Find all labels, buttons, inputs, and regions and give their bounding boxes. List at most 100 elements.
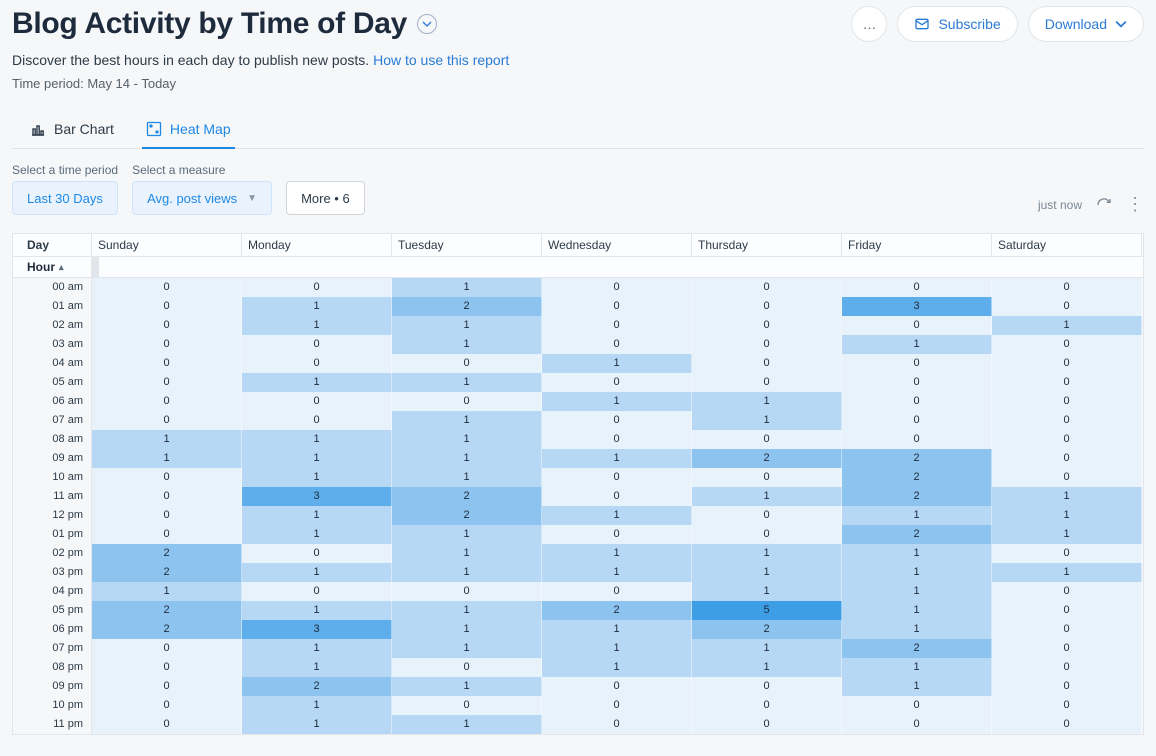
heatmap-cell[interactable]: 1 — [92, 449, 242, 468]
hour-column-header[interactable]: Hour ▴ — [13, 257, 92, 277]
heatmap-cell[interactable]: 0 — [842, 411, 992, 430]
heatmap-cell[interactable]: 1 — [842, 544, 992, 563]
heatmap-cell[interactable]: 1 — [542, 544, 692, 563]
heatmap-cell[interactable]: 1 — [392, 563, 542, 582]
heatmap-cell[interactable]: 1 — [692, 487, 842, 506]
heatmap-cell[interactable]: 0 — [392, 354, 542, 373]
heatmap-cell[interactable]: 1 — [842, 335, 992, 354]
heatmap-cell[interactable]: 0 — [92, 468, 242, 487]
heatmap-cell[interactable]: 0 — [92, 411, 242, 430]
heatmap-cell[interactable]: 0 — [992, 411, 1142, 430]
heatmap-cell[interactable]: 0 — [692, 316, 842, 335]
heatmap-cell[interactable]: 1 — [392, 468, 542, 487]
heatmap-cell[interactable]: 1 — [542, 449, 692, 468]
heatmap-cell[interactable]: 0 — [92, 354, 242, 373]
heatmap-cell[interactable]: 0 — [92, 278, 242, 297]
heatmap-cell[interactable]: 2 — [392, 487, 542, 506]
heatmap-cell[interactable]: 0 — [992, 430, 1142, 449]
heatmap-cell[interactable]: 0 — [692, 335, 842, 354]
measure-select[interactable]: Avg. post views ▼ — [132, 181, 272, 215]
heatmap-cell[interactable]: 0 — [542, 373, 692, 392]
heatmap-cell[interactable]: 0 — [842, 392, 992, 411]
heatmap-cell[interactable]: 2 — [242, 677, 392, 696]
heatmap-cell[interactable]: 0 — [692, 278, 842, 297]
heatmap-cell[interactable]: 0 — [842, 373, 992, 392]
refresh-icon[interactable] — [1096, 197, 1112, 213]
heatmap-cell[interactable]: 2 — [92, 544, 242, 563]
heatmap-cell[interactable]: 1 — [242, 639, 392, 658]
heatmap-cell[interactable]: 1 — [842, 620, 992, 639]
heatmap-cell[interactable]: 1 — [542, 658, 692, 677]
heatmap-cell[interactable]: 2 — [842, 487, 992, 506]
heatmap-cell[interactable]: 2 — [842, 639, 992, 658]
heatmap-cell[interactable]: 1 — [542, 639, 692, 658]
heatmap-cell[interactable]: 0 — [542, 582, 692, 601]
heatmap-cell[interactable]: 1 — [992, 525, 1142, 544]
heatmap-cell[interactable]: 1 — [692, 658, 842, 677]
heatmap-cell[interactable]: 2 — [842, 449, 992, 468]
heatmap-cell[interactable]: 1 — [692, 544, 842, 563]
heatmap-cell[interactable]: 1 — [242, 430, 392, 449]
heatmap-cell[interactable]: 0 — [392, 392, 542, 411]
heatmap-cell[interactable]: 0 — [842, 316, 992, 335]
heatmap-cell[interactable]: 0 — [392, 582, 542, 601]
heatmap-cell[interactable]: 1 — [392, 544, 542, 563]
heatmap-cell[interactable]: 1 — [392, 677, 542, 696]
heatmap-cell[interactable]: 1 — [692, 392, 842, 411]
heatmap-cell[interactable]: 1 — [692, 411, 842, 430]
heatmap-cell[interactable]: 0 — [242, 582, 392, 601]
heatmap-cell[interactable]: 2 — [692, 449, 842, 468]
heatmap-cell[interactable]: 1 — [392, 715, 542, 734]
heatmap-cell[interactable]: 1 — [242, 658, 392, 677]
heatmap-cell[interactable]: 0 — [992, 278, 1142, 297]
heatmap-cell[interactable]: 0 — [692, 430, 842, 449]
heatmap-cell[interactable]: 0 — [542, 525, 692, 544]
time-period-select[interactable]: Last 30 Days — [12, 181, 118, 215]
heatmap-cell[interactable]: 1 — [992, 563, 1142, 582]
heatmap-cell[interactable]: 0 — [242, 544, 392, 563]
heatmap-cell[interactable]: 0 — [992, 677, 1142, 696]
heatmap-cell[interactable]: 1 — [842, 563, 992, 582]
heatmap-cell[interactable]: 1 — [692, 639, 842, 658]
heatmap-cell[interactable]: 0 — [392, 696, 542, 715]
heatmap-cell[interactable]: 0 — [92, 373, 242, 392]
heatmap-cell[interactable]: 0 — [242, 278, 392, 297]
day-header-wednesday[interactable]: Wednesday — [542, 234, 692, 256]
heatmap-cell[interactable]: 1 — [242, 715, 392, 734]
heatmap-cell[interactable]: 1 — [542, 354, 692, 373]
heatmap-cell[interactable]: 0 — [992, 696, 1142, 715]
heatmap-cell[interactable]: 0 — [242, 354, 392, 373]
heatmap-cell[interactable]: 2 — [92, 563, 242, 582]
heatmap-cell[interactable]: 0 — [542, 696, 692, 715]
heatmap-cell[interactable]: 1 — [92, 582, 242, 601]
heatmap-cell[interactable]: 0 — [992, 392, 1142, 411]
heatmap-cell[interactable]: 1 — [392, 620, 542, 639]
heatmap-cell[interactable]: 0 — [542, 430, 692, 449]
heatmap-cell[interactable]: 2 — [542, 601, 692, 620]
heatmap-cell[interactable]: 0 — [692, 715, 842, 734]
more-filters-button[interactable]: More • 6 — [286, 181, 365, 215]
heatmap-cell[interactable]: 1 — [242, 696, 392, 715]
download-button[interactable]: Download — [1028, 6, 1144, 42]
heatmap-cell[interactable]: 2 — [842, 468, 992, 487]
heatmap-cell[interactable]: 1 — [542, 392, 692, 411]
heatmap-cell[interactable]: 1 — [992, 316, 1142, 335]
heatmap-cell[interactable]: 3 — [842, 297, 992, 316]
heatmap-cell[interactable]: 0 — [92, 525, 242, 544]
heatmap-cell[interactable]: 0 — [542, 487, 692, 506]
heatmap-cell[interactable]: 1 — [842, 582, 992, 601]
heatmap-cell[interactable]: 0 — [692, 506, 842, 525]
tab-heat-map[interactable]: Heat Map — [142, 113, 235, 149]
heatmap-cell[interactable]: 2 — [92, 620, 242, 639]
heatmap-cell[interactable]: 0 — [92, 696, 242, 715]
heatmap-cell[interactable]: 1 — [242, 563, 392, 582]
heatmap-cell[interactable]: 0 — [542, 468, 692, 487]
heatmap-cell[interactable]: 0 — [92, 335, 242, 354]
heatmap-cell[interactable]: 0 — [92, 658, 242, 677]
heatmap-cell[interactable]: 0 — [242, 392, 392, 411]
heatmap-cell[interactable]: 0 — [692, 354, 842, 373]
heatmap-cell[interactable]: 0 — [692, 468, 842, 487]
heatmap-cell[interactable]: 0 — [92, 715, 242, 734]
heatmap-cell[interactable]: 2 — [692, 620, 842, 639]
heatmap-cell[interactable]: 1 — [392, 278, 542, 297]
